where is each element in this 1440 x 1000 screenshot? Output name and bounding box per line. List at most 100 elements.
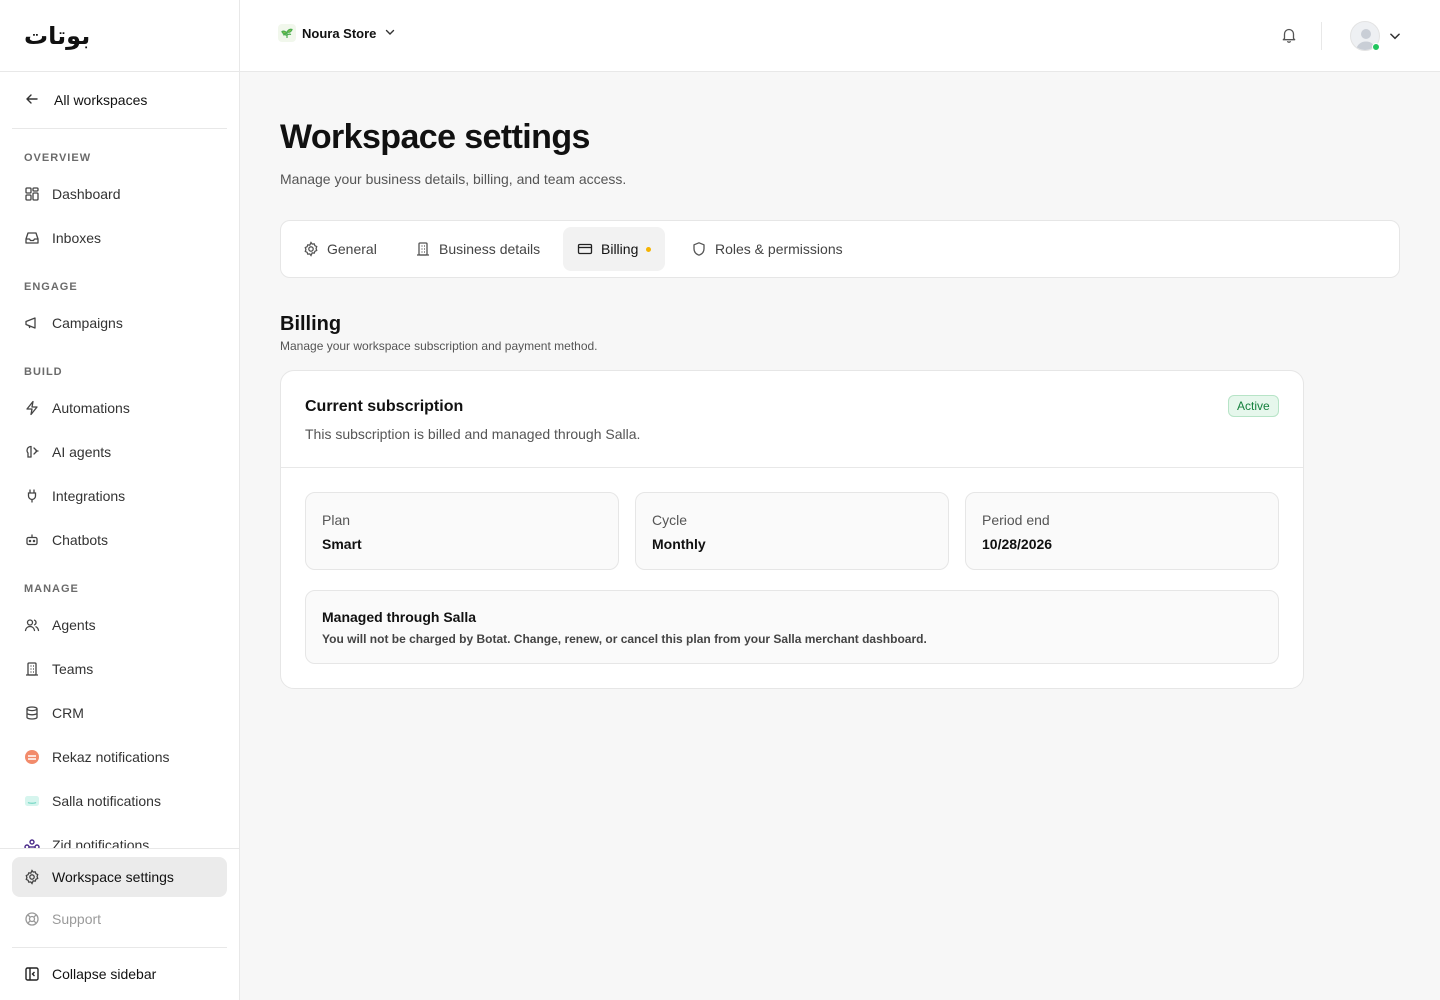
tab-general[interactable]: General [289,227,391,271]
sidebar-item-label: AI agents [52,444,112,460]
online-status-indicator [1372,43,1380,51]
status-badge: Active [1228,395,1279,417]
section-manage: MANAGE [24,583,79,595]
lightning-icon [24,400,40,416]
database-icon [24,705,40,721]
sidebar-item-label: Inboxes [52,230,102,246]
divider [0,848,239,849]
notice-text: You will not be charged by Botat. Change… [322,632,927,646]
tab-label: Roles & permissions [715,241,843,257]
all-workspaces-link[interactable]: All workspaces [12,80,227,120]
logo-area: بوتات [0,0,239,72]
sidebar-item-label: Zid notifications [52,837,150,848]
sidebar-item-zid-notifications[interactable]: Zid notifications [12,832,227,848]
sidebar-item-automations[interactable]: Automations [12,388,227,428]
period-end-value: 10/28/2026 [982,536,1053,552]
subscription-description: This subscription is billed and managed … [305,426,641,442]
zid-logo-icon [24,837,40,848]
sidebar-item-integrations[interactable]: Integrations [12,476,227,516]
unsaved-indicator-dot [646,246,652,252]
sidebar-item-salla-notifications[interactable]: Salla notifications [12,781,227,821]
sidebar-item-ai-agents[interactable]: AI agents [12,432,227,472]
arrow-left-icon [24,91,40,110]
tab-roles-permissions[interactable]: Roles & permissions [677,227,857,271]
users-icon [24,617,40,633]
sidebar-item-label: Support [52,911,102,927]
section-subtitle: Manage your workspace subscription and p… [280,339,598,353]
subscription-card: Current subscription This subscription i… [280,370,1304,689]
divider [1321,22,1322,50]
period-end-stat: Period end 10/28/2026 [965,492,1279,570]
leaf-icon [278,24,296,42]
tab-business-details[interactable]: Business details [401,227,554,271]
managed-notice: Managed through Salla You will not be ch… [305,590,1279,664]
chevron-down-icon [384,26,396,41]
megaphone-icon [24,315,40,331]
gear-icon [303,241,319,257]
sidebar-item-rekaz-notifications[interactable]: Rekaz notifications [12,737,227,777]
sidebar-item-label: Salla notifications [52,793,161,809]
tab-label: Billing [601,241,639,257]
divider [12,947,227,948]
sidebar-item-label: Collapse sidebar [52,966,157,982]
sidebar-item-label: Teams [52,661,94,677]
notification-bell-icon[interactable] [1280,26,1298,47]
logo[interactable]: بوتات [24,22,91,50]
cycle-value: Monthly [652,536,706,552]
section-overview: OVERVIEW [24,152,92,164]
tab-label: General [327,241,377,257]
rekaz-logo-icon [24,749,40,765]
all-workspaces-label: All workspaces [54,92,148,108]
page-title: Workspace settings [280,118,590,156]
sidebar-item-label: Integrations [52,488,126,504]
section-engage: ENGAGE [24,281,78,293]
sidebar-item-label: Chatbots [52,532,109,548]
building-icon [415,241,431,257]
lifebuoy-icon [24,911,40,927]
sidebar-item-crm[interactable]: CRM [12,693,227,733]
page-subtitle: Manage your business details, billing, a… [280,171,627,187]
settings-tabs: General Business details Billing Roles &… [280,220,1400,278]
plan-stat: Plan Smart [305,492,619,570]
top-bar: Noura Store [240,0,1440,72]
shield-icon [691,241,707,257]
sidebar-item-teams[interactable]: Teams [12,649,227,689]
sidebar-item-campaigns[interactable]: Campaigns [12,303,227,343]
sidebar-item-support[interactable]: Support [12,899,227,939]
collapse-sidebar-button[interactable]: Collapse sidebar [12,954,227,994]
plan-value: Smart [322,536,362,552]
tab-billing[interactable]: Billing [563,227,666,271]
inbox-icon [24,230,40,246]
divider [281,467,1303,468]
cycle-label: Cycle [652,512,688,528]
plan-label: Plan [322,512,351,528]
plug-icon [24,488,40,504]
store-selector[interactable]: Noura Store [278,24,396,42]
brain-icon [24,444,40,460]
section-title: Billing [280,313,342,335]
sidebar-item-workspace-settings[interactable]: Workspace settings [12,857,227,897]
tab-label: Business details [439,241,541,257]
sidebar-item-label: Dashboard [52,186,121,202]
sidebar-item-inboxes[interactable]: Inboxes [12,218,227,258]
sidebar-collapse-icon [24,966,40,982]
cycle-stat: Cycle Monthly [635,492,949,570]
sidebar-item-label: Workspace settings [52,869,174,885]
period-end-label: Period end [982,512,1050,528]
gear-icon [24,869,40,885]
section-build: BUILD [24,366,63,378]
credit-card-icon [577,241,593,257]
notice-title: Managed through Salla [322,609,477,625]
sidebar-scroll-clip: Zid notifications [0,832,239,848]
subscription-title: Current subscription [305,398,464,415]
salla-logo-icon [24,793,40,809]
robot-icon [24,532,40,548]
dashboard-icon [24,186,40,202]
sidebar-item-label: CRM [52,705,84,721]
sidebar-item-chatbots[interactable]: Chatbots [12,520,227,560]
sidebar-item-dashboard[interactable]: Dashboard [12,174,227,214]
chevron-down-icon[interactable] [1388,29,1402,46]
sidebar-item-label: Campaigns [52,315,123,331]
sidebar-item-agents[interactable]: Agents [12,605,227,645]
divider [12,128,227,129]
